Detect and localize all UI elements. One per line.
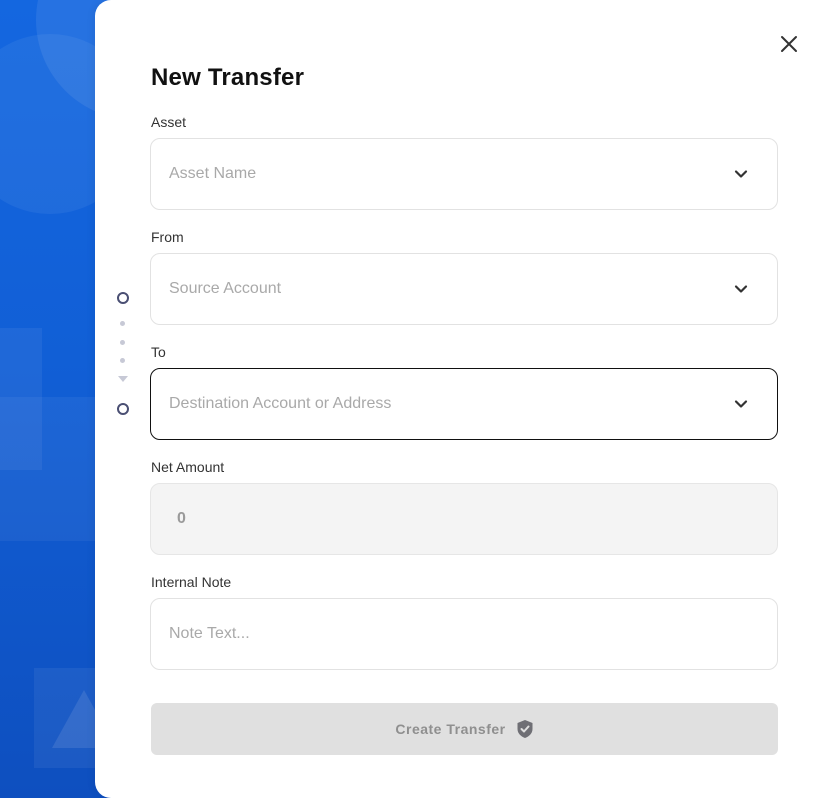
net-amount-value: 0 bbox=[177, 510, 186, 527]
step-end-marker bbox=[117, 403, 129, 415]
step-dot bbox=[120, 321, 125, 326]
asset-placeholder: Asset Name bbox=[169, 165, 257, 182]
net-amount-field: 0 bbox=[150, 483, 778, 555]
destination-account-placeholder: Destination Account or Address bbox=[169, 395, 392, 412]
internal-note-input[interactable]: Note Text... bbox=[150, 598, 778, 670]
chevron-down-icon bbox=[734, 400, 748, 408]
step-arrow-icon bbox=[118, 376, 128, 382]
source-account-placeholder: Source Account bbox=[169, 280, 282, 297]
step-dot bbox=[120, 358, 125, 363]
create-transfer-label: Create Transfer bbox=[395, 721, 506, 737]
destination-account-select[interactable]: Destination Account or Address bbox=[150, 368, 778, 440]
internal-note-label: Internal Note bbox=[151, 574, 232, 590]
chevron-down-icon bbox=[734, 285, 748, 293]
to-label: To bbox=[151, 344, 166, 360]
step-start-marker bbox=[117, 292, 129, 304]
net-amount-label: Net Amount bbox=[151, 459, 225, 475]
source-account-select[interactable]: Source Account bbox=[150, 253, 778, 325]
chevron-down-icon bbox=[734, 170, 748, 178]
close-button[interactable] bbox=[777, 32, 801, 56]
close-icon bbox=[781, 36, 797, 52]
internal-note-placeholder: Note Text... bbox=[169, 625, 250, 642]
asset-label: Asset bbox=[151, 114, 187, 130]
asset-select[interactable]: Asset Name bbox=[150, 138, 778, 210]
shield-check-icon bbox=[517, 720, 533, 738]
modal-title: New Transfer bbox=[151, 64, 305, 91]
step-dot bbox=[120, 340, 125, 345]
create-transfer-button[interactable]: Create Transfer bbox=[151, 703, 778, 755]
screen: New Transfer Asset Asset Name From Sourc… bbox=[0, 0, 833, 798]
new-transfer-modal: New Transfer Asset Asset Name From Sourc… bbox=[95, 0, 833, 798]
from-label: From bbox=[151, 229, 184, 245]
